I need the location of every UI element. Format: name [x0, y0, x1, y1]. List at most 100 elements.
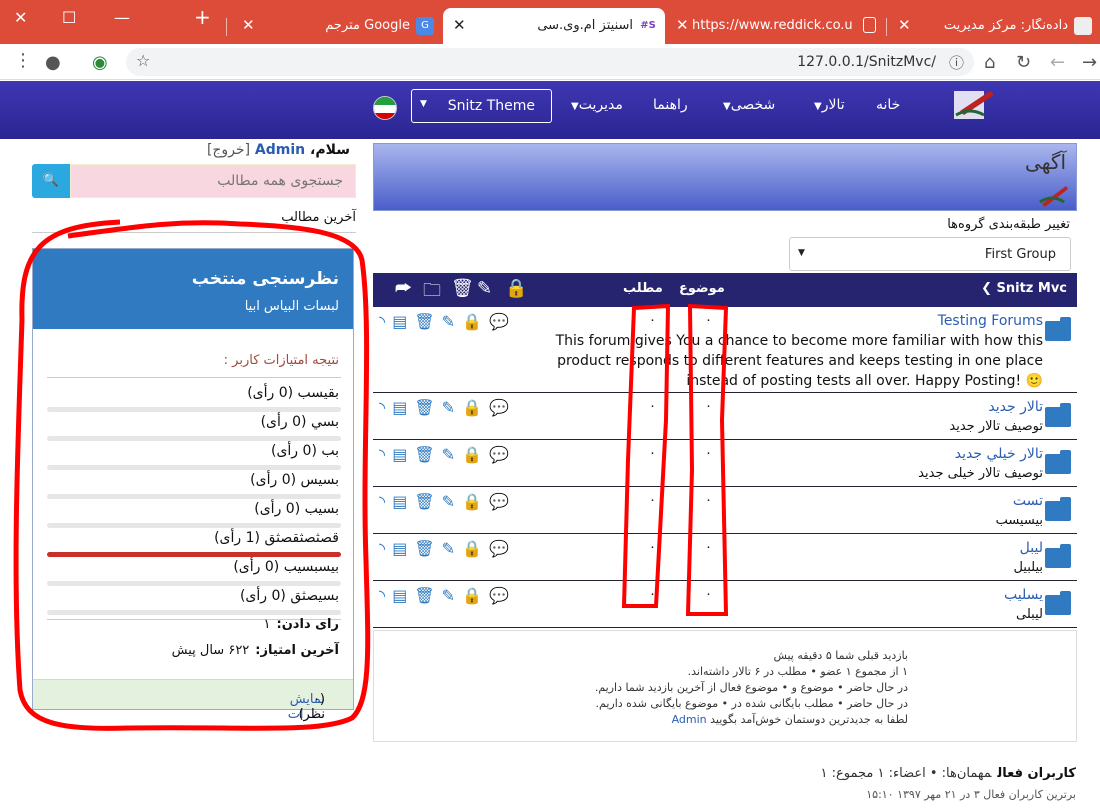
close-window-icon[interactable]: ✕ — [14, 8, 27, 27]
newest-member-link[interactable]: Admin — [672, 713, 707, 726]
nav-admin[interactable]: مدیریت▼ — [567, 97, 623, 113]
rss-icon[interactable]: ◝ — [379, 587, 385, 605]
forum-name-link[interactable]: یسلیب — [1004, 587, 1043, 603]
iran-flag-icon[interactable] — [373, 96, 397, 120]
trash-icon[interactable]: 🗑 — [414, 399, 434, 417]
search-input[interactable] — [70, 164, 356, 198]
close-tab-icon[interactable]: ✕ — [898, 16, 911, 34]
nav-forum[interactable]: تالار▼ — [810, 97, 845, 113]
username-link[interactable]: Admin — [255, 142, 305, 158]
close-tab-icon[interactable]: ✕ — [453, 16, 466, 34]
chevron-down-icon: ▼ — [798, 248, 805, 258]
menu-icon[interactable]: ⋮ — [14, 50, 32, 71]
poll-votes: رای دادن:۱ — [263, 617, 339, 632]
board-title[interactable]: ❮ Snitz Mvc — [981, 281, 1067, 296]
translate-favicon-icon: G — [416, 17, 434, 35]
trash-icon[interactable]: 🗑 — [414, 587, 434, 605]
forum-name-link[interactable]: Testing Forums — [938, 313, 1043, 329]
lock-icon[interactable]: 🔒 — [462, 587, 482, 605]
comment-icon[interactable]: 💬 — [489, 399, 509, 417]
lock-icon[interactable]: 🔒 — [462, 399, 482, 417]
nav-personal[interactable]: شخصی▼ — [719, 97, 775, 113]
omnibox[interactable]: 127.0.0.1/SnitzMvc/ ⓘ ☆ — [126, 48, 974, 76]
info-icon[interactable]: ⓘ — [949, 52, 964, 73]
lock-icon[interactable]: 🔒 — [462, 493, 482, 511]
comment-icon[interactable]: 💬 — [489, 493, 509, 511]
archive-icon[interactable]: ▤ — [392, 493, 407, 511]
archive-icon[interactable]: ▤ — [392, 540, 407, 558]
chevron-down-icon: ▼ — [420, 99, 427, 109]
tab-datanegar[interactable]: داده‌نگار: مرکز مدیریت ✕ — [888, 8, 1100, 44]
trash-icon[interactable]: 🗑 — [451, 278, 474, 299]
lock-icon[interactable]: 🔒 — [462, 446, 482, 464]
home-icon[interactable]: ⌂ — [984, 52, 995, 73]
archive-icon[interactable]: ▤ — [392, 399, 407, 417]
forum-name-link[interactable]: لیبل — [1020, 540, 1043, 556]
comment-icon[interactable]: 💬 — [489, 587, 509, 605]
archive-icon[interactable]: ▤ — [392, 313, 407, 331]
forum-folder-icon — [1045, 497, 1071, 521]
rss-icon[interactable]: ◝ — [379, 540, 385, 558]
rss-icon[interactable]: ◝ — [379, 493, 385, 511]
edit-icon[interactable]: ✎ — [442, 446, 455, 464]
poll-option-bar — [47, 523, 341, 528]
forum-topic-count: ۰ — [705, 493, 712, 508]
archive-icon[interactable]: ▤ — [392, 446, 407, 464]
lock-icon[interactable]: 🔒 — [505, 278, 527, 299]
profile-icon[interactable]: ● — [45, 52, 61, 73]
edit-icon[interactable]: ✎ — [442, 587, 455, 605]
bookmark-star-icon[interactable]: ☆ — [136, 51, 150, 70]
trash-icon[interactable]: 🗑 — [414, 446, 434, 464]
rss-icon[interactable]: ◝ — [379, 399, 385, 417]
url-text[interactable]: 127.0.0.1/SnitzMvc/ — [797, 54, 936, 70]
tab-reddick[interactable]: https://www.reddick.co.uk/Mc ✕ — [666, 8, 884, 44]
category-select[interactable]: First Group ▼ — [789, 237, 1071, 271]
minimize-icon[interactable]: — — [114, 8, 130, 27]
archive-icon[interactable]: ▤ — [392, 587, 407, 605]
poll-option: بب (0 رأی) — [270, 443, 339, 459]
forward-icon[interactable]: ← — [1050, 52, 1065, 73]
nav-home[interactable]: خانه — [876, 97, 900, 113]
tab-snitz[interactable]: S# اسنیتز ام.وی.سی ✕ — [443, 8, 665, 44]
lock-icon[interactable]: 🔒 — [462, 540, 482, 558]
close-tab-icon[interactable]: ✕ — [242, 16, 255, 34]
forum-description: This forum gives You a chance to become … — [555, 333, 1043, 389]
edit-icon[interactable]: ✎ — [442, 493, 455, 511]
reload-icon[interactable]: ↻ — [1016, 52, 1031, 73]
announcement-banner: آگهی — [373, 143, 1077, 211]
trash-icon[interactable]: 🗑 — [414, 493, 434, 511]
edit-icon[interactable]: ✎ — [442, 540, 455, 558]
theme-select[interactable]: Snitz Theme ▼ — [411, 89, 552, 123]
forum-name-link[interactable]: تالار جدید — [988, 399, 1043, 415]
lock-icon[interactable]: 🔒 — [462, 313, 482, 331]
comment-icon[interactable]: 💬 — [489, 446, 509, 464]
trash-icon[interactable]: 🗑 — [414, 313, 434, 331]
new-tab-icon[interactable]: + — [194, 5, 211, 29]
forum-name-link[interactable]: تالار خیلي جدید — [955, 446, 1043, 462]
folder-icon[interactable]: 🗀 — [423, 278, 441, 308]
forum-name-link[interactable]: تست — [1013, 493, 1043, 509]
chevron-down-icon: ▼ — [571, 101, 579, 112]
comment-icon[interactable]: 💬 — [489, 540, 509, 558]
trash-icon[interactable]: 🗑 — [414, 540, 434, 558]
nav-help[interactable]: راهنما — [653, 97, 688, 113]
close-tab-icon[interactable]: ✕ — [676, 16, 689, 34]
comment-icon[interactable]: 💬 — [489, 313, 509, 331]
edit-icon[interactable]: ✎ — [442, 399, 455, 417]
extension-icon[interactable]: ◉ — [92, 52, 108, 73]
forum-folder-icon — [1045, 450, 1071, 474]
tab-google-translate[interactable]: G Google مترجم ✕ — [232, 8, 442, 44]
edit-icon[interactable]: ✎ — [442, 313, 455, 331]
latest-posts-link[interactable]: آخرین مطالب — [281, 210, 356, 225]
share-icon[interactable]: ⮫ — [395, 278, 412, 299]
rss-icon[interactable]: ◝ — [379, 446, 385, 464]
site-logo-icon[interactable] — [950, 85, 1000, 125]
search-button[interactable]: 🔍 — [32, 164, 70, 198]
maximize-icon[interactable]: ☐ — [62, 8, 76, 27]
edit-icon[interactable]: ✎ — [477, 278, 492, 299]
poll-subtitle[interactable]: لبسات البیاس ابیا — [245, 299, 339, 314]
rss-icon[interactable]: ◝ — [379, 313, 385, 331]
logout-link[interactable]: [خروج] — [207, 142, 250, 158]
forum-topic-count: ۰ — [705, 540, 712, 555]
back-icon[interactable]: → — [1082, 52, 1097, 73]
